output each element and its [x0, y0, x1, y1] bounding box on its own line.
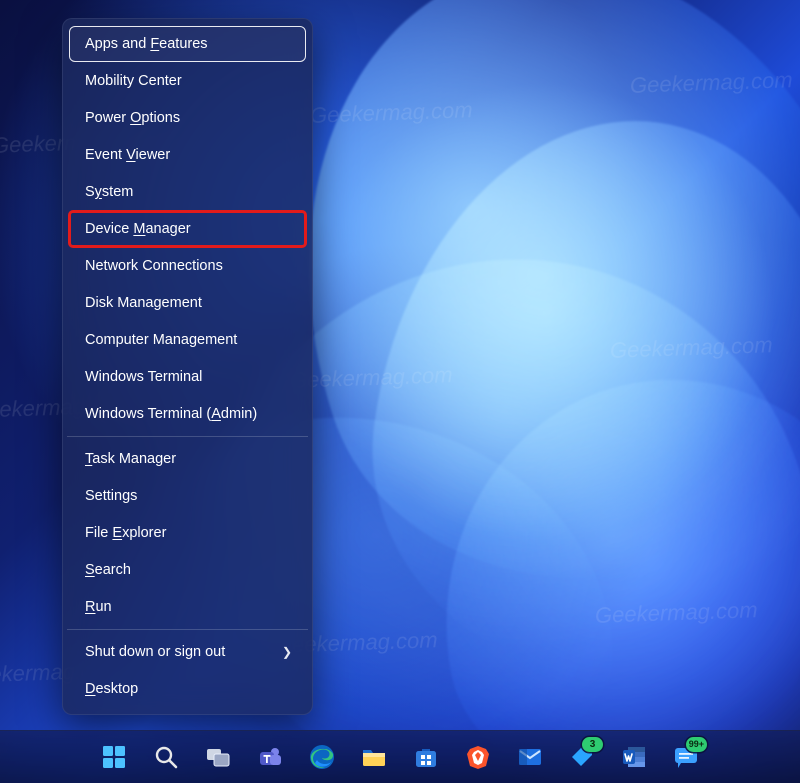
task-view-icon: [205, 744, 231, 770]
winx-item-power-options[interactable]: Power Options: [69, 100, 306, 136]
menu-separator: [67, 629, 308, 630]
winx-item-label: Desktop: [85, 680, 138, 698]
winx-item-label: Device Manager: [85, 220, 191, 238]
mail-icon: [517, 744, 543, 770]
winx-item-network-connections[interactable]: Network Connections: [69, 248, 306, 284]
file-explorer-icon: [361, 744, 387, 770]
word-icon: [621, 744, 647, 770]
winx-item-label: Network Connections: [85, 257, 223, 275]
notifications-button[interactable]: 99+: [665, 736, 707, 778]
winx-item-label: Settings: [85, 487, 137, 505]
badge-count: 3: [582, 737, 603, 752]
winx-item-label: Task Manager: [85, 450, 176, 468]
search-icon: [153, 744, 179, 770]
task-view-button[interactable]: [197, 736, 239, 778]
price-tag-app-button[interactable]: 3: [561, 736, 603, 778]
winx-item-windows-terminal[interactable]: Windows Terminal: [69, 359, 306, 395]
winx-item-computer-management[interactable]: Computer Management: [69, 322, 306, 358]
menu-separator: [67, 436, 308, 437]
windows-start: [101, 744, 127, 770]
winx-item-shut-down-or-sign-out[interactable]: Shut down or sign out ❯: [69, 634, 306, 670]
winx-item-label: Windows Terminal: [85, 368, 202, 386]
winx-item-device-manager[interactable]: Device Manager: [69, 211, 306, 247]
winx-item-apps-and-features[interactable]: Apps and Features: [69, 26, 306, 62]
winx-item-disk-management[interactable]: Disk Management: [69, 285, 306, 321]
winx-context-menu[interactable]: Apps and Features Mobility Center Power Op…: [62, 18, 313, 715]
store-icon: [413, 744, 439, 770]
taskbar: 3 99+: [0, 730, 800, 783]
chevron-right-icon: ❯: [282, 643, 292, 661]
winx-item-label: Event Viewer: [85, 146, 170, 164]
winx-item-label: Mobility Center: [85, 72, 182, 90]
teams-chat-button[interactable]: [249, 736, 291, 778]
winx-item-label: Disk Management: [85, 294, 202, 312]
badge-count: 99+: [686, 737, 707, 752]
winx-item-windows-terminal-admin[interactable]: Windows Terminal (Admin): [69, 396, 306, 432]
winx-item-label: Shut down or sign out: [85, 643, 225, 661]
winx-item-label: Computer Management: [85, 331, 237, 349]
winx-item-label: Apps and Features: [85, 35, 208, 53]
winx-item-label: System: [85, 183, 133, 201]
winx-item-file-explorer[interactable]: File Explorer: [69, 515, 306, 551]
winx-item-label: Run: [85, 598, 112, 616]
winx-item-system[interactable]: System: [69, 174, 306, 210]
brave-icon: [465, 744, 491, 770]
file-explorer-button[interactable]: [353, 736, 395, 778]
winx-item-desktop[interactable]: Desktop: [69, 671, 306, 707]
winx-item-run[interactable]: Run: [69, 589, 306, 625]
microsoft-store-button[interactable]: [405, 736, 447, 778]
winx-item-task-manager[interactable]: Task Manager: [69, 441, 306, 477]
search-button[interactable]: [145, 736, 187, 778]
edge-icon: [309, 744, 335, 770]
start-button[interactable]: [93, 736, 135, 778]
winx-item-mobility-center[interactable]: Mobility Center: [69, 63, 306, 99]
teams-icon: [257, 744, 283, 770]
brave-button[interactable]: [457, 736, 499, 778]
mail-button[interactable]: [509, 736, 551, 778]
edge-button[interactable]: [301, 736, 343, 778]
winx-item-search[interactable]: Search: [69, 552, 306, 588]
winx-item-settings[interactable]: Settings: [69, 478, 306, 514]
word-button[interactable]: [613, 736, 655, 778]
winx-item-label: File Explorer: [85, 524, 166, 542]
winx-item-label: Power Options: [85, 109, 180, 127]
winx-item-label: Search: [85, 561, 131, 579]
winx-item-label: Windows Terminal (Admin): [85, 405, 257, 423]
winx-item-event-viewer[interactable]: Event Viewer: [69, 137, 306, 173]
